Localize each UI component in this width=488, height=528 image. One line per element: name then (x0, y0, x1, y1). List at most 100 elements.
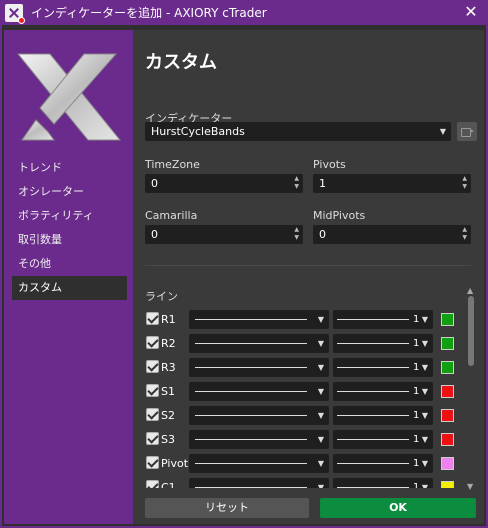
line-width-select[interactable]: 1 ▼ (333, 310, 433, 329)
line-row: S3 ▼ 1 ▼ (145, 430, 465, 449)
line-row: S2 ▼ 1 ▼ (145, 406, 465, 425)
line-style-select[interactable]: ▼ (189, 478, 329, 488)
color-swatch[interactable] (441, 481, 454, 488)
chevron-down-icon: ▼ (317, 339, 324, 348)
color-swatch[interactable] (441, 313, 454, 326)
app-icon (5, 3, 25, 24)
line-width-value: 1 (413, 362, 420, 373)
sidebar-item-other[interactable]: その他 (12, 252, 127, 276)
indicator-select-value: HurstCycleBands (151, 125, 245, 138)
lines-label: ライン (145, 290, 178, 303)
chevron-down-icon: ▼ (317, 435, 324, 444)
line-name: R2 (161, 337, 176, 350)
chevron-down-icon: ▼ (421, 483, 428, 488)
line-checkbox[interactable] (146, 408, 159, 421)
pivots-stepper[interactable]: 1 ▲ ▼ (313, 174, 471, 193)
close-button[interactable]: ✕ (462, 3, 480, 21)
line-width-select[interactable]: 1 ▼ (333, 406, 433, 425)
line-width-value: 1 (413, 458, 420, 469)
line-width-select[interactable]: 1 ▼ (333, 478, 433, 488)
color-swatch[interactable] (441, 361, 454, 374)
video-camera-icon[interactable] (457, 122, 477, 141)
line-checkbox[interactable] (146, 312, 159, 325)
color-swatch[interactable] (441, 457, 454, 470)
line-name: S1 (161, 385, 175, 398)
line-checkbox[interactable] (146, 456, 159, 469)
sidebar-item-volatility[interactable]: ボラティリティ (12, 204, 127, 228)
midpivots-label: MidPivots (313, 209, 366, 222)
line-style-select[interactable]: ▼ (189, 406, 329, 425)
sidebar-item-custom[interactable]: カスタム (12, 276, 127, 300)
line-width-select[interactable]: 1 ▼ (333, 454, 433, 473)
chevron-down-icon: ▼ (439, 127, 446, 136)
line-row: Pivot ▼ 1 ▼ (145, 454, 465, 473)
line-name: S2 (161, 409, 175, 422)
reset-button[interactable]: リセット (145, 498, 309, 518)
indicator-select[interactable]: HurstCycleBands ▼ (145, 122, 451, 141)
timezone-stepper[interactable]: 0 ▲ ▼ (145, 174, 303, 193)
line-width-value: 1 (413, 314, 420, 325)
line-checkbox[interactable] (146, 336, 159, 349)
line-style-select[interactable]: ▼ (189, 334, 329, 353)
sidebar: トレンド オシレーター ボラティリティ 取引数量 その他 カスタム (4, 30, 133, 524)
color-swatch[interactable] (441, 433, 454, 446)
color-swatch[interactable] (441, 409, 454, 422)
chevron-down-icon: ▼ (421, 339, 428, 348)
color-swatch[interactable] (441, 337, 454, 350)
spin-arrows-icon[interactable]: ▲ ▼ (294, 175, 299, 191)
line-row: C1 ▼ 1 ▼ (145, 478, 465, 488)
chevron-down-icon: ▼ (421, 315, 428, 324)
chevron-down-icon: ▼ (421, 459, 428, 468)
line-checkbox[interactable] (146, 384, 159, 397)
pivots-label: Pivots (313, 158, 346, 171)
line-width-value: 1 (413, 410, 420, 421)
line-row: S1 ▼ 1 ▼ (145, 382, 465, 401)
line-row: R1 ▼ 1 ▼ (145, 310, 465, 329)
line-name: C1 (161, 481, 176, 488)
pivots-value: 1 (319, 177, 326, 190)
chevron-down-icon: ▼ (317, 411, 324, 420)
sidebar-item-oscillator[interactable]: オシレーター (12, 180, 127, 204)
line-style-select[interactable]: ▼ (189, 430, 329, 449)
title-bar: インディケーターを追加 - AXIORY cTrader ✕ (0, 0, 488, 25)
logo-icon (16, 53, 122, 141)
spin-arrows-icon[interactable]: ▲ ▼ (294, 226, 299, 242)
sidebar-item-volume[interactable]: 取引数量 (12, 228, 127, 252)
line-style-select[interactable]: ▼ (189, 454, 329, 473)
chevron-down-icon: ▼ (317, 387, 324, 396)
line-style-select[interactable]: ▼ (189, 358, 329, 377)
line-width-select[interactable]: 1 ▼ (333, 382, 433, 401)
spin-arrows-icon[interactable]: ▲ ▼ (462, 175, 467, 191)
sidebar-item-trend[interactable]: トレンド (12, 156, 127, 180)
window-title: インディケーターを追加 - AXIORY cTrader (31, 6, 267, 20)
line-style-select[interactable]: ▼ (189, 382, 329, 401)
page-title: カスタム (145, 52, 217, 73)
main-panel: カスタム インディケーター HurstCycleBands ▼ TimeZone… (133, 30, 484, 524)
color-swatch[interactable] (441, 385, 454, 398)
line-style-select[interactable]: ▼ (189, 310, 329, 329)
spin-arrows-icon[interactable]: ▲ ▼ (462, 226, 467, 242)
lines-list: R1 ▼ 1 ▼ R2 ▼ 1 ▼ R3 ▼ 1 ▼ S1 ▼ 1 ▼ S2 ▼… (145, 310, 465, 488)
line-width-select[interactable]: 1 ▼ (333, 430, 433, 449)
line-name: S3 (161, 433, 175, 446)
line-width-value: 1 (413, 338, 420, 349)
line-width-select[interactable]: 1 ▼ (333, 334, 433, 353)
line-name: R3 (161, 361, 176, 374)
line-checkbox[interactable] (146, 360, 159, 373)
line-width-value: 1 (413, 386, 420, 397)
ok-button[interactable]: OK (320, 498, 476, 518)
line-row: R3 ▼ 1 ▼ (145, 358, 465, 377)
line-width-select[interactable]: 1 ▼ (333, 358, 433, 377)
line-checkbox[interactable] (146, 432, 159, 445)
timezone-label: TimeZone (145, 158, 200, 171)
line-width-value: 1 (413, 482, 420, 488)
scroll-up-icon[interactable]: ▲ (467, 286, 473, 295)
chevron-down-icon: ▼ (421, 363, 428, 372)
scrollbar-thumb[interactable] (468, 296, 474, 366)
line-checkbox[interactable] (146, 480, 159, 488)
midpivots-stepper[interactable]: 0 ▲ ▼ (313, 225, 471, 244)
chevron-down-icon: ▼ (421, 435, 428, 444)
scroll-down-icon[interactable]: ▼ (467, 482, 473, 491)
camarilla-stepper[interactable]: 0 ▲ ▼ (145, 225, 303, 244)
line-width-value: 1 (413, 434, 420, 445)
